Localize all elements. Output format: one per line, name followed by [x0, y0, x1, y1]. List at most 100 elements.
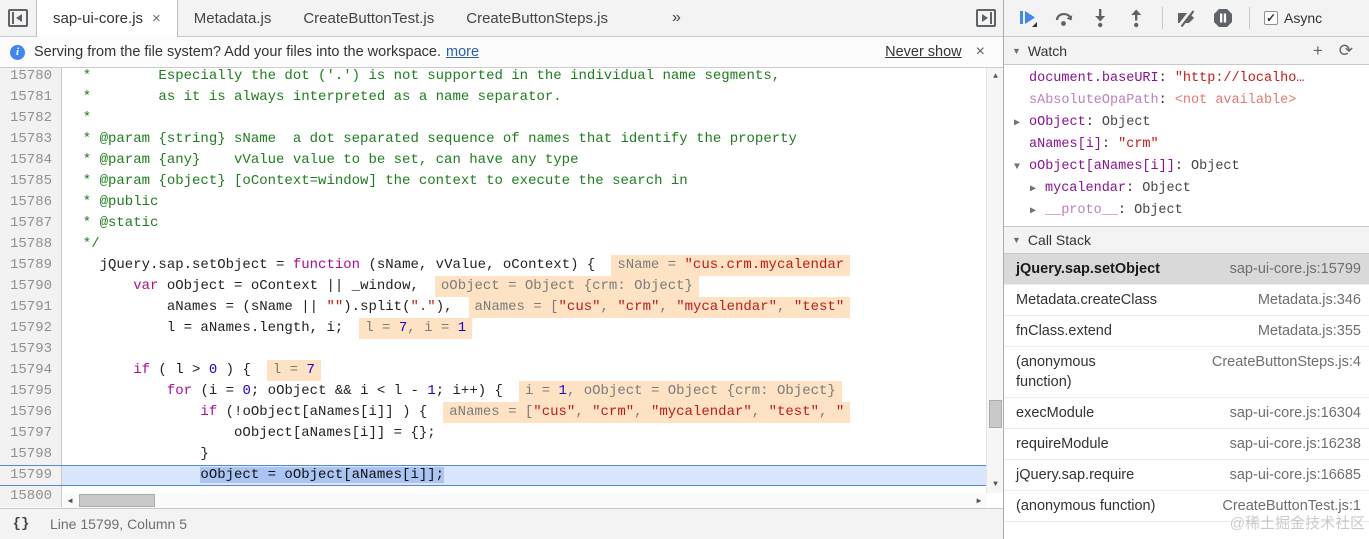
code-line[interactable]: 15780 * Especially the dot ('.') is not … [0, 68, 1003, 87]
code-line[interactable]: 15798 } [0, 444, 1003, 465]
hide-navigator-button[interactable] [0, 0, 36, 36]
deactivate-breakpoints-button[interactable] [1175, 6, 1199, 30]
execution-line[interactable]: 15799 oObject = oObject[aNames[i]]; [0, 465, 1003, 486]
code-line[interactable]: 15797 oObject[aNames[i]] = {}; [0, 423, 1003, 444]
code-line[interactable]: 15785 * @param {object} [oContext=window… [0, 171, 1003, 192]
line-number[interactable]: 15794 [0, 360, 62, 381]
watch-item[interactable]: document.baseURI: "http://localho… [1004, 68, 1369, 90]
call-stack-frame[interactable]: requireModule sap-ui-core.js:16238 [1004, 429, 1369, 460]
call-stack-frame[interactable]: jQuery.sap.require sap-ui-core.js:16685 [1004, 460, 1369, 491]
line-number[interactable]: 15796 [0, 402, 62, 423]
refresh-watch-button[interactable]: ⟳ [1331, 41, 1361, 61]
call-stack-frame[interactable]: Metadata.createClass Metadata.js:346 [1004, 285, 1369, 316]
code-line[interactable]: 15786 * @public [0, 192, 1003, 213]
code-line[interactable]: 15789 jQuery.sap.setObject = function (s… [0, 255, 1003, 276]
step-out-button[interactable] [1124, 6, 1148, 30]
line-number[interactable]: 15782 [0, 108, 62, 129]
add-watch-button[interactable]: + [1305, 41, 1331, 61]
code-line[interactable]: 15794 if ( l > 0 ) {l = 7 [0, 360, 1003, 381]
line-number[interactable]: 15797 [0, 423, 62, 444]
resume-button[interactable] [1016, 6, 1040, 30]
line-number[interactable]: 15788 [0, 234, 62, 255]
code-token: ; oObject && i < l - [250, 383, 428, 399]
pretty-print-button[interactable]: {} [0, 509, 42, 539]
call-stack-frame[interactable]: execModule sap-ui-core.js:16304 [1004, 398, 1369, 429]
code-line[interactable]: 15792 l = aNames.length, i; l = 7, i = 1 [0, 318, 1003, 339]
line-number[interactable]: 15795 [0, 381, 62, 402]
never-show-link[interactable]: Never show [885, 44, 962, 60]
line-number[interactable]: 15793 [0, 339, 62, 360]
scroll-left-arrow-icon[interactable]: ◀ [63, 493, 77, 508]
call-stack-section-header[interactable]: ▼ Call Stack [1004, 226, 1369, 254]
watch-item[interactable]: ▶ oObject: Object [1004, 112, 1369, 134]
call-stack-frame[interactable]: fnClass.extend Metadata.js:355 [1004, 316, 1369, 347]
line-content: jQuery.sap.setObject = function (sName, … [62, 255, 1003, 276]
line-number[interactable]: 15780 [0, 68, 62, 87]
line-number[interactable]: 15789 [0, 255, 62, 276]
collapsed-triangle-icon[interactable]: ▶ [1014, 113, 1029, 134]
tab-metadata-js[interactable]: Metadata.js [178, 0, 288, 36]
scroll-down-arrow-icon[interactable]: ▼ [987, 477, 1003, 492]
infobar-close-icon[interactable]: × [976, 43, 985, 61]
line-content: for (i = 0; oObject && i < l - 1; i++) {… [62, 381, 1003, 402]
watch-item[interactable]: ▼ oObject[aNames[i]]: Object [1004, 156, 1369, 178]
collapsed-triangle-icon[interactable]: ▶ [1030, 179, 1045, 200]
vertical-scrollbar[interactable]: ▲ ▼ [986, 68, 1003, 493]
line-number[interactable]: 15784 [0, 150, 62, 171]
code-line[interactable]: 15795 for (i = 0; oObject && i < l - 1; … [0, 381, 1003, 402]
code-token: "" [326, 299, 344, 315]
call-stack-frame[interactable]: (anonymous function) CreateButtonTest.js:… [1004, 491, 1369, 522]
code-line[interactable]: 15784 * @param {any} vValue value to be … [0, 150, 1003, 171]
horizontal-scrollbar-thumb[interactable] [79, 494, 155, 507]
line-number[interactable]: 15798 [0, 444, 62, 465]
code-line[interactable]: 15787 * @static [0, 213, 1003, 234]
expanded-triangle-icon[interactable]: ▼ [1014, 157, 1029, 178]
line-number[interactable]: 15799 [0, 466, 62, 485]
async-checkbox-wrap[interactable]: ✓ Async [1264, 10, 1322, 26]
line-number[interactable]: 15791 [0, 297, 62, 318]
code-line[interactable]: 15791 aNames = (sName || "").split("."),… [0, 297, 1003, 318]
async-checkbox[interactable]: ✓ [1264, 11, 1278, 25]
line-number[interactable]: 15781 [0, 87, 62, 108]
code-line[interactable]: 15781 * as it is always interpreted as a… [0, 87, 1003, 108]
tab-sap-ui-core-js[interactable]: sap-ui-core.js × [36, 0, 178, 37]
step-over-button[interactable] [1052, 6, 1076, 30]
infobar-more-link[interactable]: more [446, 44, 479, 60]
line-number[interactable]: 15790 [0, 276, 62, 297]
toolbar-separator [1249, 7, 1250, 29]
line-number[interactable]: 15787 [0, 213, 62, 234]
code-line[interactable]: 15788 */ [0, 234, 1003, 255]
call-stack-frame[interactable]: jQuery.sap.setObject sap-ui-core.js:15799 [1004, 254, 1369, 285]
inline-value-badge: sName = "cus.crm.mycalendar [611, 255, 851, 276]
horizontal-scrollbar[interactable]: ◀ ▶ [63, 493, 986, 508]
code-line[interactable]: 15783 * @param {string} sName a dot sepa… [0, 129, 1003, 150]
code-editor[interactable]: 15780 * Especially the dot ('.') is not … [0, 68, 1003, 508]
watch-item[interactable]: aNames[i]: "crm" [1004, 134, 1369, 156]
tab-overflow-chevron[interactable]: » [662, 0, 691, 36]
code-line[interactable]: 15793 [0, 339, 1003, 360]
step-into-button[interactable] [1088, 6, 1112, 30]
code-line[interactable]: 15790 var oObject = oContext || _window,… [0, 276, 1003, 297]
scroll-up-arrow-icon[interactable]: ▲ [987, 69, 1003, 84]
pause-on-exceptions-button[interactable] [1211, 6, 1235, 30]
frame-location: sap-ui-core.js:16685 [1229, 467, 1361, 483]
watch-item[interactable]: ▶ __proto__: Object [1004, 200, 1369, 222]
collapsed-triangle-icon[interactable]: ▶ [1030, 201, 1045, 222]
code-line[interactable]: 15782 * [0, 108, 1003, 129]
watch-item[interactable]: ▶ mycalendar: Object [1004, 178, 1369, 200]
line-number[interactable]: 15786 [0, 192, 62, 213]
call-stack-frame[interactable]: (anonymous function) CreateButtonSteps.js… [1004, 347, 1369, 398]
line-number[interactable]: 15785 [0, 171, 62, 192]
scroll-right-arrow-icon[interactable]: ▶ [972, 493, 986, 508]
line-number[interactable]: 15800 [0, 486, 62, 507]
show-drawer-button[interactable] [969, 0, 1003, 36]
vertical-scrollbar-thumb[interactable] [989, 400, 1002, 428]
watch-item[interactable]: sAbsoluteOpaPath: <not available> [1004, 90, 1369, 112]
tab-createbuttonsteps-js[interactable]: CreateButtonSteps.js [450, 0, 624, 36]
line-number[interactable]: 15792 [0, 318, 62, 339]
code-line[interactable]: 15796 if (!oObject[aNames[i]] ) {aNames … [0, 402, 1003, 423]
tab-createbuttontest-js[interactable]: CreateButtonTest.js [287, 0, 450, 36]
line-number[interactable]: 15783 [0, 129, 62, 150]
close-tab-icon[interactable]: × [152, 10, 161, 27]
watch-section-header[interactable]: ▼ Watch + ⟳ [1004, 37, 1369, 65]
